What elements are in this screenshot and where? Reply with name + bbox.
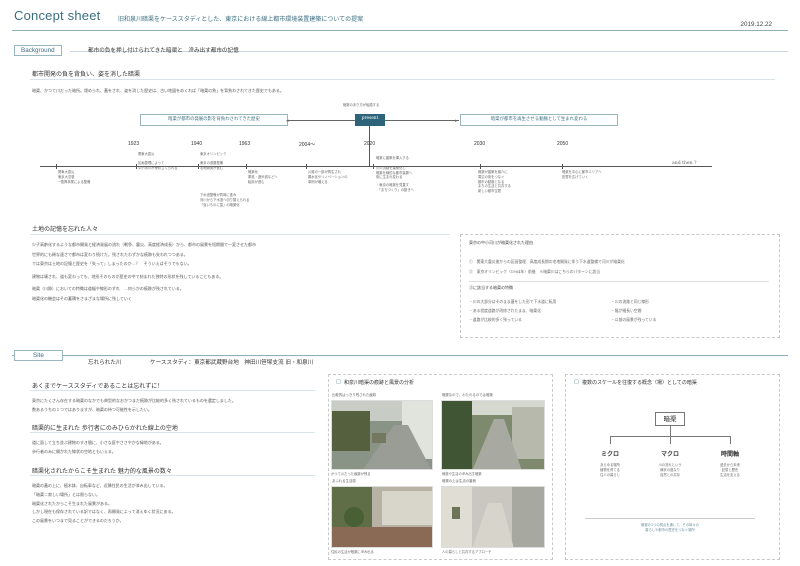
photo-note: 住民の生活が暗渠に滲み出る <box>331 550 374 554</box>
year-label: 1940 <box>191 141 203 147</box>
timeline-event-6: 暗渠が建築を媒介に 周辺の街をつなぐ 都市の動脈となる まちの生活と共存する 新… <box>478 170 511 194</box>
analysis-title: 和泉川暗渠の痕跡と風景の分析 <box>344 380 415 386</box>
site-left-rule-3 <box>30 475 315 476</box>
memory-paragraph: 少子高齢化するような都市開発と経済発展の流れ（戦争、震災、高度経済成長）から、都… <box>32 242 256 301</box>
features-list-left: ・川の大部分はそのまま蓋をした形で下水道に転用 ・ある程度道路が改修されたまま、… <box>469 299 557 323</box>
concept-node-time: 時間軸 過去から未来 記憶と歴史 生活を支える <box>720 451 740 477</box>
background-tagline: 都市の負を押し付けられてきた暗渠と 滲み出す都市の記憶 <box>88 48 239 54</box>
timeline-tick <box>480 164 481 169</box>
arrow-right-icon: ▸ <box>455 118 458 124</box>
timeline-event-0: 関東大震災 東京大空襲 →復興事業による整備 <box>58 170 91 184</box>
present-caption: 暗渠のあり方が転換する <box>343 103 380 107</box>
page-subtitle: 旧和泉川暗渠をケーススタディとした、東京における線上都市環境装置建築についての提… <box>118 16 364 23</box>
linear-space-text: 道に面して立ち並ぶ建物のすき間に、小さな庭やささやかな緑地がある。 歩行者のみに… <box>32 440 164 455</box>
timeline-event-2: 東京オリンピック 東京の道路整備 宅地開発が進む <box>200 152 227 170</box>
heading-urban-development: 都市開発の負を背負い、姿を消した暗渠 <box>32 71 141 78</box>
features-list-right: ・川の流路と同じ線形 ・幅が細長い空間 ・以前の風景が残っている <box>611 299 657 323</box>
past-history-box: 暗渠が都市の発展の影を背負わされてきた歴史 <box>140 114 288 126</box>
background-section-label: Background <box>14 45 62 56</box>
and-then-label: and then ? <box>672 161 697 166</box>
photo-river-trace <box>331 400 433 470</box>
timeline-tick <box>198 164 199 169</box>
timeline-tick <box>136 164 137 169</box>
timeline-event-3: 暗渠化 車道・遊歩道などへ 転用が進む <box>248 170 278 184</box>
timeline-event-1: 関東大震災 区画整理によって 中小河川が埋め立てられる <box>138 152 178 170</box>
photo-backside <box>441 486 545 548</box>
photo-caption: 暗渠の上は生活の裏側 <box>442 479 476 483</box>
reason-list: ① 関東大震災後からの区画整理、高度成長期の宅地開発に伴う下水道整備で河川が暗渠… <box>469 259 625 274</box>
concept-node-macro: マクロ 川の流れという 線状の連なり 自然との共存 <box>658 451 682 477</box>
timeline-event-7: 暗渠を中心に都市エリアへ 影響を広げていく <box>562 170 602 179</box>
timeline-tick <box>562 164 563 169</box>
case-study-label: ケーススタディ：東京都武蔵野台地 神田川笹塚支流 旧・和泉川 <box>150 360 314 366</box>
present-label: present <box>355 114 385 126</box>
intro-text: 暗渠、かつて川だった暗所。埋められ、蓋をされ、姿を消した歴史は、古い地図をめくれ… <box>32 88 284 93</box>
landscape-text: 暗渠の蓋の上に、植木鉢、自転車など、近隣住民の生活が滲み出している。 「暗渠＝寂… <box>32 483 176 524</box>
heading-rule-2 <box>30 234 450 235</box>
year-label: 1963 <box>239 141 251 147</box>
analysis-bullet-icon: □ <box>336 379 341 385</box>
timeline-tick <box>56 164 57 169</box>
site-left-rule-1 <box>30 390 315 391</box>
reason-box: 東京の中小河川が暗渠化された理由 ① 関東大震災後からの区画整理、高度成長期の宅… <box>460 234 780 338</box>
tree-leg <box>670 436 671 444</box>
reason-box-title: 東京の中小河川が暗渠化された理由 <box>469 240 533 245</box>
photo-caption: あふれる生活感 <box>332 479 356 483</box>
photo-note: 人の暮らしと共存するアプローチ <box>442 550 492 554</box>
timeline-tick <box>373 164 374 169</box>
forgotten-river-label: 忘れられた川 <box>88 360 122 366</box>
site-rule <box>12 355 788 356</box>
arrow-right-line <box>385 120 459 121</box>
year-label: 2030 <box>474 141 486 147</box>
timeline-event-5: 暗渠に建築を挿入する 川の流路を建築化し 暗渠を線的な都市装置へ 街に生まれ変わ… <box>376 156 414 192</box>
heading-rule-1 <box>30 79 775 80</box>
page-title: Concept sheet <box>14 8 101 23</box>
photo-note: 緑道や生活の滲み出す暗渠 <box>442 472 482 476</box>
year-label: 1923 <box>128 141 140 147</box>
tree-leg <box>610 436 611 444</box>
timeline-event-4: 川跡の一部が再生され 親水化やリノベーションの 事例が増える <box>308 170 348 184</box>
concept-node-micro: ミクロ あらゆる場所 植物を育てる 住人の暮らし <box>600 451 620 477</box>
concept-footer: 暗渠の3つの視点を通して、その時々の 暮らしや都市の歴史をつなぐ場所 <box>641 523 699 532</box>
timeline-tick <box>306 164 307 169</box>
site-section-label: Site <box>14 350 63 361</box>
timeline-tick <box>246 164 247 169</box>
date-label: 2019.12.22 <box>740 21 772 28</box>
concept-divider <box>585 518 755 519</box>
heading-forgotten-memory: 土地の記憶を忘れた人々 <box>32 226 99 233</box>
landscape-heading: 暗渠化されたからこそ生まれた 魅力的な風景の数々 <box>32 468 172 475</box>
year-label: 2004〜 <box>299 142 316 148</box>
linear-space-heading: 暗渠的に生まれた 歩行者にのみひらかれた線上の空地 <box>32 425 178 432</box>
concept-bullet-icon: □ <box>574 379 579 385</box>
future-box: 暗渠が都市を再生させる動脈として生まれ変わる <box>460 114 618 126</box>
header-rule <box>12 30 788 31</box>
tree-stem <box>670 426 671 436</box>
photo-daily-life <box>331 486 433 548</box>
case-study-text: 東京にたくさん存在する暗渠のなかでも典型的なおかつまだ痕跡が比較的多く残されてい… <box>32 398 236 413</box>
features-title: ②に該当する暗渠の特徴 <box>469 285 513 290</box>
photo-note: かつて川だった痕跡が残る <box>331 472 371 476</box>
reason-divider <box>469 281 769 282</box>
site-left-rule-2 <box>30 432 315 433</box>
concept-title: 複数のスケールを往復する概念（場）としての暗渠 <box>582 380 697 386</box>
arrow-left-line <box>288 120 355 121</box>
arrow-left-icon: ◂ <box>286 118 289 124</box>
photo-caption: 比較的はっきり残された痕跡 <box>332 393 377 397</box>
case-study-heading: あくまでケーススタディであることは忘れずに！ <box>32 383 164 390</box>
concept-root-node: 暗渠 <box>655 412 685 426</box>
timeline-event-2-notes: 下水道整備が同時に進み 河川から下水道へ切り替えられる 「臭いものに蓋」の暗渠化 <box>200 193 250 207</box>
year-label: 2050 <box>557 141 569 147</box>
tree-leg <box>730 436 731 444</box>
photo-narrow-path <box>441 400 545 470</box>
photo-caption: 暗渠なので、わたれるのでは暗渠 <box>442 393 493 397</box>
year-label: 2020 <box>364 141 376 147</box>
